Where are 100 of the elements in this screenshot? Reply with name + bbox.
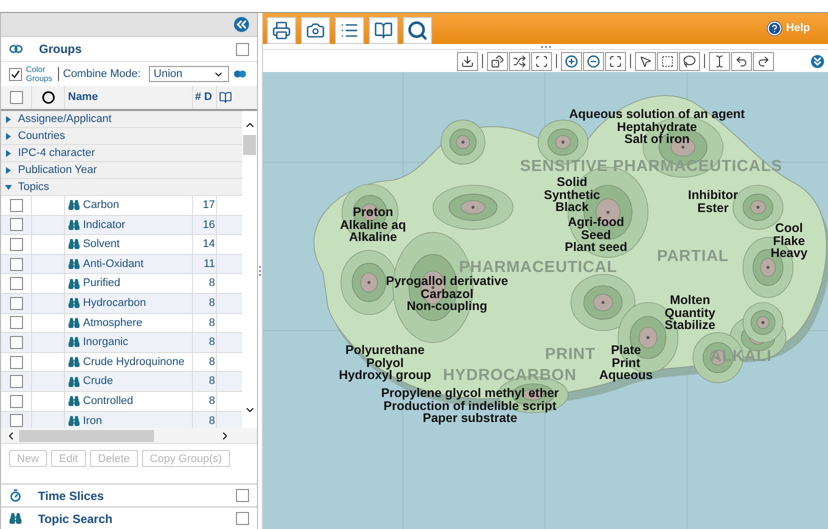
topic-label[interactable]: Agri-food [568,216,624,228]
topic-label[interactable]: Black [555,201,589,214]
checkbox[interactable] [9,68,22,80]
topic-label[interactable]: Ester [697,202,729,214]
topic-row[interactable]: Purified 8 [1,274,242,294]
rectangle-select-button[interactable] [657,52,678,70]
select-all-checkbox[interactable] [10,91,22,104]
tree-node[interactable]: Assignee/Applicant [1,111,242,128]
tree-node[interactable]: Countries [1,128,242,145]
scan-button[interactable] [531,52,552,70]
panel-grip[interactable] [263,44,828,50]
undo-button[interactable] [731,52,752,70]
topic-label[interactable]: Carbazol [420,288,474,300]
topic-label[interactable]: Flake [773,234,805,247]
checkbox[interactable] [236,489,249,502]
checkbox[interactable] [10,258,22,271]
list-button[interactable] [335,17,364,44]
combine-mode-select[interactable]: Union [148,66,229,82]
topic-label[interactable]: Proton [352,206,394,218]
topic-label[interactable]: Non-coupling [406,300,488,312]
redo-button[interactable] [753,52,774,70]
binoculars-icon[interactable] [68,414,80,427]
binoculars-icon[interactable] [68,376,80,388]
checkbox[interactable] [236,512,249,525]
collapsed-arrow-icon[interactable] [5,132,12,140]
topic-row[interactable]: Anti-Oxidant 11 [1,254,242,274]
camera-button[interactable] [301,17,330,44]
expand-icon[interactable] [811,54,824,68]
topic-label[interactable]: Alkaline [349,231,397,244]
column-header[interactable]: Name [65,86,193,109]
binoculars-icon[interactable] [68,199,80,212]
topic-label[interactable]: Plate [611,344,641,356]
zoom-in-button[interactable] [561,52,582,70]
topic-row[interactable]: Atmosphere 8 [1,314,242,334]
binoculars-icon[interactable] [68,278,80,290]
binoculars-icon[interactable] [68,297,80,310]
dice-button[interactable] [487,52,508,70]
checkbox[interactable] [10,336,22,349]
topic-label[interactable]: Salt of iron [624,133,690,146]
checkbox[interactable] [10,414,22,428]
section-header[interactable]: Topic Search [1,506,257,529]
checkbox[interactable] [10,277,22,290]
topic-label[interactable]: Print [612,356,640,369]
print-button[interactable] [267,17,296,44]
tree-node[interactable]: Topics [1,179,242,196]
topic-label[interactable]: Polyurethane [345,344,425,356]
section-header[interactable]: Time Slices [1,483,257,506]
topic-row[interactable]: Crude Hydroquinone 8 [1,352,242,372]
download-button[interactable] [457,52,478,70]
topic-row[interactable]: Iron 8 [1,412,242,428]
collapsed-arrow-icon[interactable] [5,166,12,174]
topic-label[interactable]: Propylene glycol methyl ether [381,387,559,400]
topic-label[interactable]: Paper substrate [422,412,518,424]
collapsed-arrow-icon[interactable] [5,116,12,122]
topic-label[interactable]: Inhibitor [688,189,738,202]
topic-label[interactable]: Stabilize [664,319,716,332]
text-cursor-button[interactable] [709,52,730,70]
search-button[interactable] [403,17,432,44]
zoom-out-button[interactable] [583,52,604,70]
checkbox[interactable] [236,42,249,56]
binoculars-icon[interactable] [68,316,80,329]
book-button[interactable] [369,17,398,44]
topic-label[interactable]: Solid [556,176,588,188]
tree-node[interactable]: IPC-4 character [1,145,242,162]
topic-row[interactable]: Crude 8 [1,372,242,392]
fit-button[interactable] [605,52,626,70]
topic-label[interactable]: Heptahydrate [617,120,697,133]
collapse-icon[interactable] [234,17,249,32]
topic-row[interactable]: Solvent 14 [1,235,242,255]
shuffle-button[interactable] [509,52,530,70]
topic-label[interactable]: Production of indelible script [384,400,556,412]
topic-row[interactable]: Controlled 8 [1,392,242,412]
topic-label[interactable]: Cool [775,222,803,234]
checkbox[interactable] [10,198,22,212]
checkbox[interactable] [10,356,22,369]
binoculars-icon[interactable] [68,238,80,250]
scroll-thumb[interactable] [243,135,256,155]
topic-label[interactable]: Pyrogallol derivative [386,275,508,288]
checkbox[interactable] [10,238,22,251]
topic-row[interactable]: Carbon 17 [1,196,242,216]
pointer-button[interactable] [635,52,656,70]
lasso-button[interactable] [679,52,700,70]
binoculars-icon[interactable] [68,336,80,348]
topic-row[interactable]: Inorganic 8 [1,333,242,353]
binoculars-icon[interactable] [68,258,80,270]
tree-node[interactable]: Publication Year [1,162,242,179]
topic-label[interactable]: Molten [670,294,710,306]
binoculars-icon[interactable] [68,356,80,368]
topic-label[interactable]: Synthetic [544,188,600,201]
checkbox[interactable] [10,394,22,408]
topic-label[interactable]: Hydroxyl group [338,369,432,382]
linked-rings-icon[interactable] [232,70,247,78]
topic-label[interactable]: Heavy [770,247,808,260]
checkbox[interactable] [10,218,22,232]
topic-label[interactable]: Aqueous [599,369,653,382]
collapsed-arrow-icon[interactable] [5,150,12,156]
topic-label[interactable]: Aqueous solution of an agent [569,108,745,120]
binoculars-icon[interactable] [68,218,80,231]
binoculars-icon[interactable] [68,395,80,408]
topic-label[interactable]: Plant seed [564,241,628,254]
